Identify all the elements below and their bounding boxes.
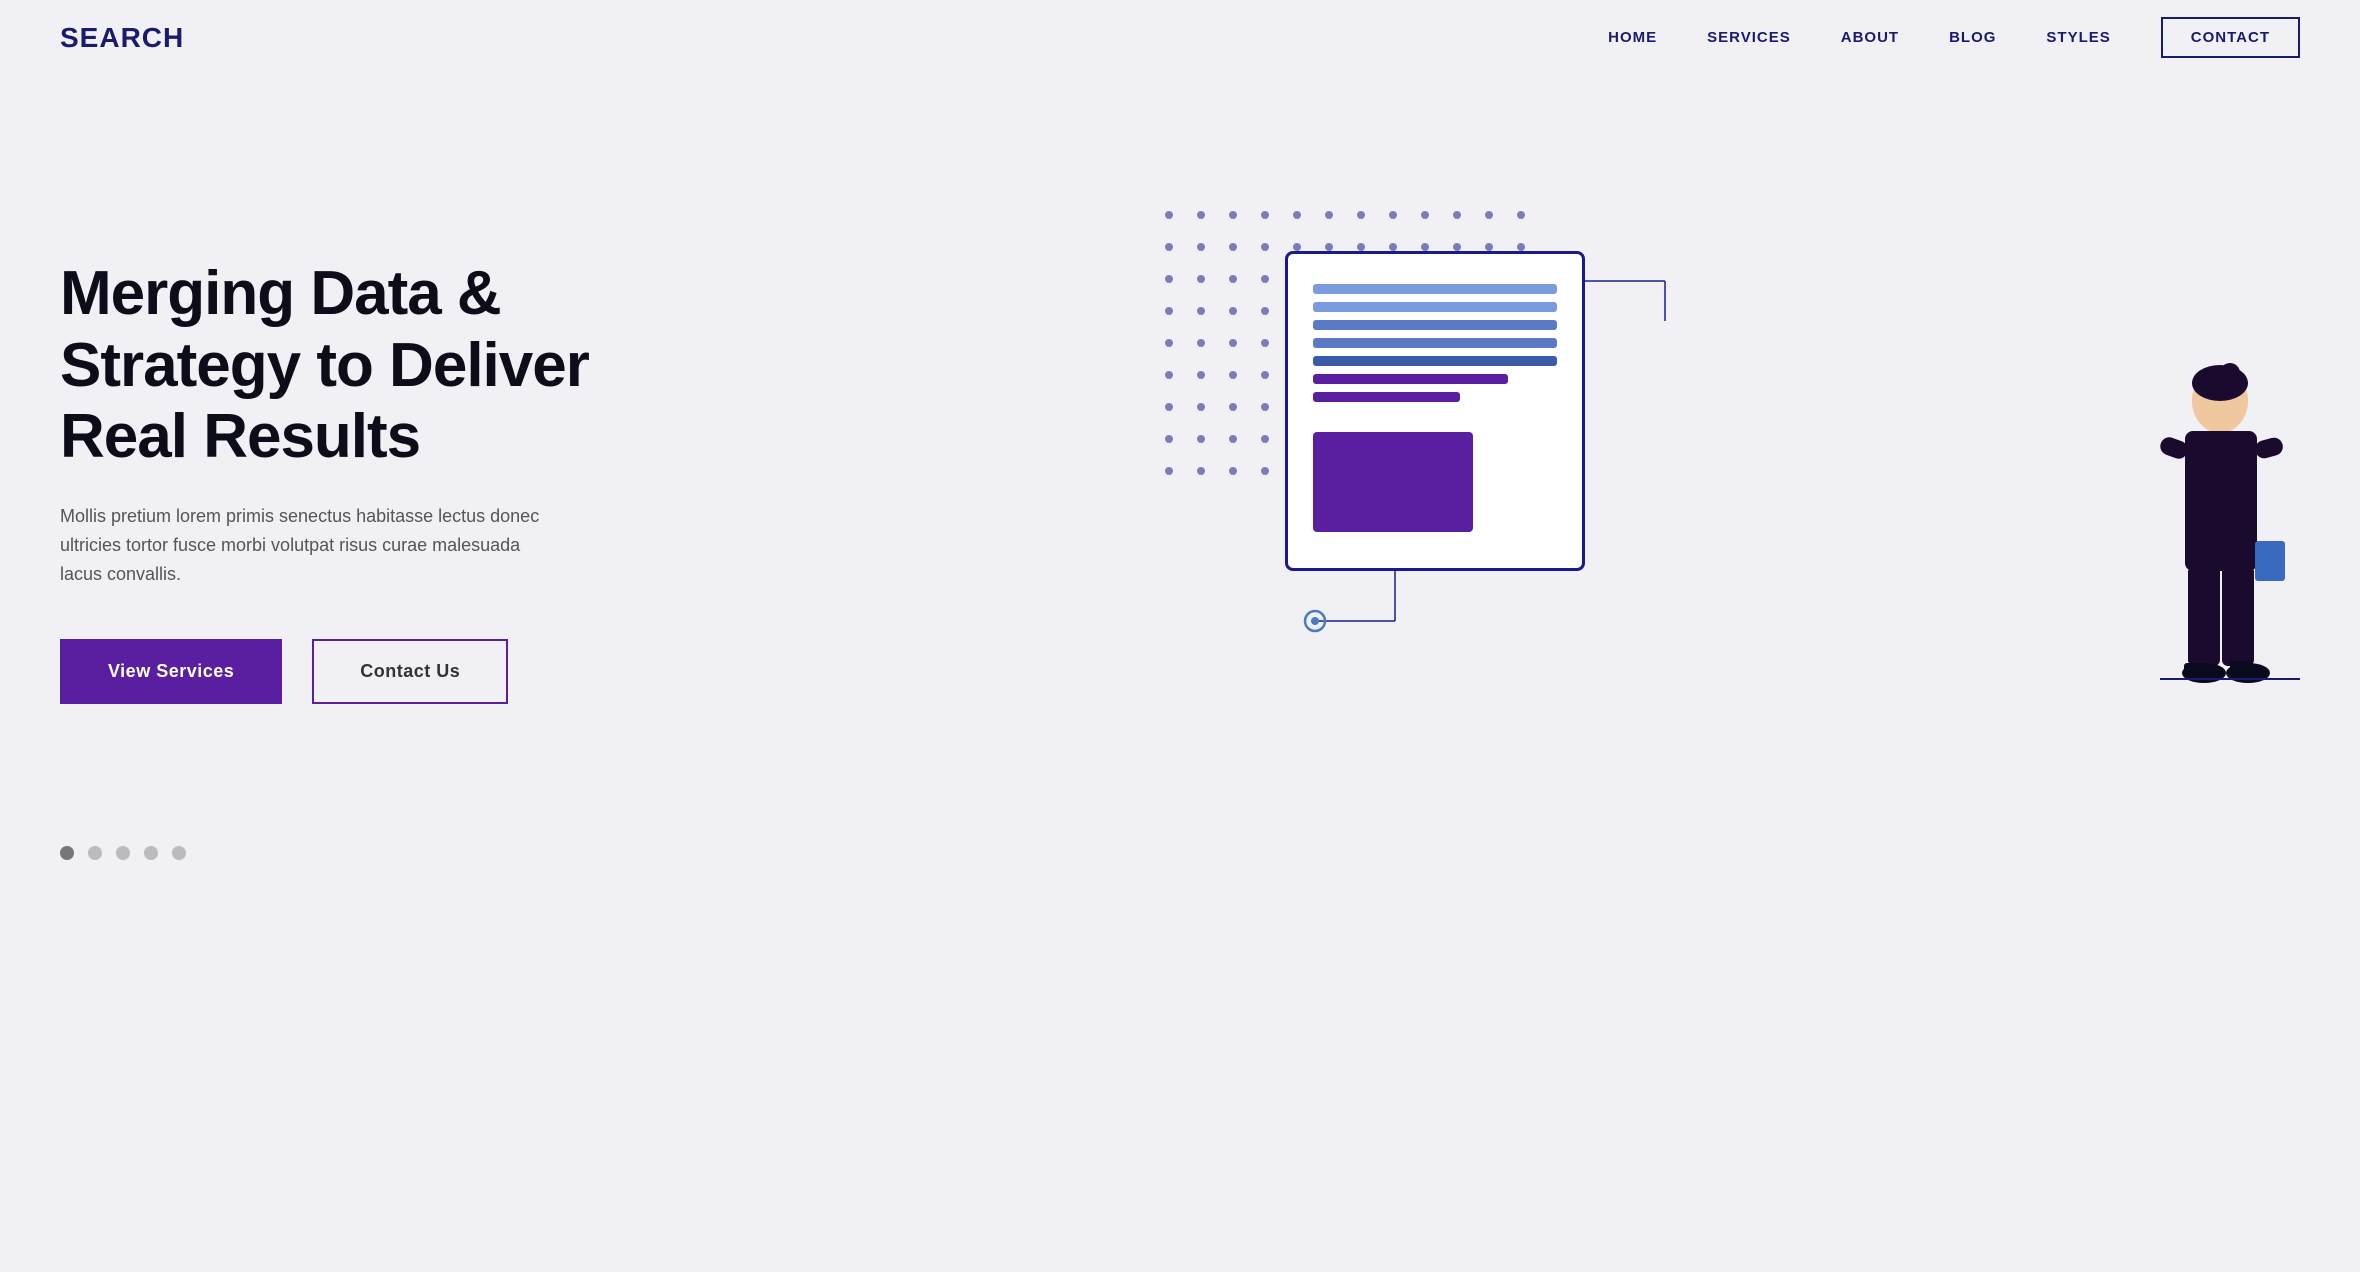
nav-link-blog[interactable]: BLOG (1949, 29, 1996, 46)
grid-dot (1293, 211, 1301, 219)
grid-dot (1165, 275, 1173, 283)
nav-link-about[interactable]: ABOUT (1841, 29, 1899, 46)
grid-dot (1261, 435, 1269, 443)
grid-dot (1229, 467, 1237, 475)
grid-dot (1197, 211, 1205, 219)
grid-dot (1325, 211, 1333, 219)
nav-item-contact[interactable]: CONTACT (2161, 29, 2300, 47)
grid-dot (1197, 275, 1205, 283)
nav-link-services[interactable]: SERVICES (1707, 29, 1791, 46)
doc-image-block (1313, 432, 1473, 532)
hero-title: Merging Data & Strategy to Deliver Real … (60, 258, 640, 472)
hero-subtitle: Mollis pretium lorem primis senectus hab… (60, 502, 540, 588)
hero-section: Merging Data & Strategy to Deliver Real … (0, 76, 2360, 826)
grid-dot (1421, 211, 1429, 219)
grid-dot (1197, 307, 1205, 315)
grid-dot (1517, 243, 1525, 251)
grid-dot (1229, 435, 1237, 443)
doc-line-6 (1313, 374, 1508, 384)
nav-link-contact[interactable]: CONTACT (2161, 17, 2300, 58)
carousel-dot-5[interactable] (172, 846, 186, 860)
grid-dot (1389, 243, 1397, 251)
grid-dot (1165, 243, 1173, 251)
carousel-dot-2[interactable] (88, 846, 102, 860)
grid-dot (1261, 403, 1269, 411)
doc-line-4 (1313, 338, 1557, 348)
grid-dot (1389, 211, 1397, 219)
grid-dot (1485, 211, 1493, 219)
grid-dot (1261, 371, 1269, 379)
doc-line-group (1313, 284, 1557, 402)
grid-dot (1325, 243, 1333, 251)
document-card (1285, 251, 1585, 571)
nav-item-home[interactable]: HOME (1608, 29, 1657, 47)
navbar: SEARCH HOME SERVICES ABOUT BLOG STYLES C… (0, 0, 2360, 76)
contact-us-button[interactable]: Contact Us (312, 639, 508, 704)
nav-item-services[interactable]: SERVICES (1707, 29, 1791, 47)
grid-dot (1229, 403, 1237, 411)
grid-dot (1357, 211, 1365, 219)
nav-links: HOME SERVICES ABOUT BLOG STYLES CONTACT (1608, 29, 2300, 47)
grid-dot (1261, 307, 1269, 315)
grid-dot (1165, 467, 1173, 475)
grid-dot (1165, 371, 1173, 379)
grid-dot (1165, 339, 1173, 347)
grid-dot (1197, 403, 1205, 411)
grid-dot (1261, 467, 1269, 475)
nav-link-styles[interactable]: STYLES (2046, 29, 2110, 46)
hero-buttons: View Services Contact Us (60, 639, 640, 704)
grid-dot (1517, 211, 1525, 219)
grid-dot (1485, 243, 1493, 251)
carousel-dot-4[interactable] (144, 846, 158, 860)
hero-illustration (1135, 151, 2300, 771)
doc-line-1 (1313, 284, 1557, 294)
doc-line-3 (1313, 320, 1557, 330)
grid-dot (1165, 211, 1173, 219)
person-illustration (2100, 331, 2300, 751)
grid-dot (1453, 211, 1461, 219)
grid-dot (1261, 339, 1269, 347)
site-logo[interactable]: SEARCH (60, 22, 184, 54)
nav-link-home[interactable]: HOME (1608, 29, 1657, 46)
grid-dot (1357, 243, 1365, 251)
view-services-button[interactable]: View Services (60, 639, 282, 704)
carousel-dots (0, 826, 2360, 890)
doc-line-2 (1313, 302, 1557, 312)
grid-dot (1165, 307, 1173, 315)
carousel-dot-1[interactable] (60, 846, 74, 860)
grid-dot (1197, 435, 1205, 443)
grid-dot (1261, 243, 1269, 251)
grid-dot (1229, 243, 1237, 251)
grid-dot (1229, 211, 1237, 219)
grid-dot (1229, 339, 1237, 347)
grid-dot (1261, 211, 1269, 219)
doc-line-7 (1313, 392, 1459, 402)
grid-dot (1453, 243, 1461, 251)
grid-dot (1421, 243, 1429, 251)
grid-dot (1229, 307, 1237, 315)
grid-dot (1165, 435, 1173, 443)
doc-line-5 (1313, 356, 1557, 366)
nav-item-styles[interactable]: STYLES (2046, 29, 2110, 47)
carousel-dot-3[interactable] (116, 846, 130, 860)
grid-dot (1261, 275, 1269, 283)
grid-dot (1197, 243, 1205, 251)
grid-dot (1197, 339, 1205, 347)
grid-dot (1229, 275, 1237, 283)
grid-dot (1229, 371, 1237, 379)
grid-dot (1293, 243, 1301, 251)
grid-dot (1165, 403, 1173, 411)
hero-content: Merging Data & Strategy to Deliver Real … (60, 218, 640, 703)
nav-item-blog[interactable]: BLOG (1949, 29, 1996, 47)
grid-dot (1197, 371, 1205, 379)
nav-item-about[interactable]: ABOUT (1841, 29, 1899, 47)
grid-dot (1197, 467, 1205, 475)
